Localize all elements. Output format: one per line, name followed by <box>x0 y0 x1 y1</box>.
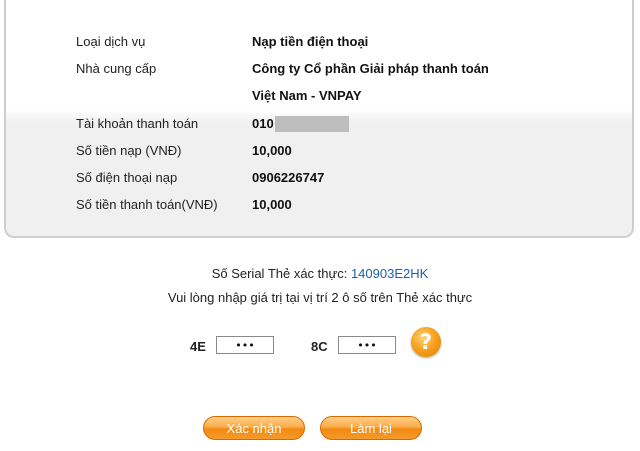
provider-value: Công ty Cổ phần Giải pháp thanh toán <box>252 61 489 76</box>
code2-label: 8C <box>311 339 328 354</box>
phone-label: Số điện thoại nạp <box>76 170 178 185</box>
provider-label: Nhà cung cấp <box>76 61 157 76</box>
code2-input[interactable] <box>338 336 396 354</box>
provider-value-line2: Việt Nam - VNPAY <box>252 88 362 103</box>
topup-amount-label: Số tiền nạp (VNĐ) <box>76 143 182 158</box>
code1-label: 4E <box>190 339 206 354</box>
help-icon[interactable]: ? <box>411 327 441 357</box>
account-label: Tài khoản thanh toán <box>76 116 199 131</box>
topup-amount-value: 10,000 <box>252 143 292 158</box>
account-value: 010 <box>252 116 274 131</box>
serial-label: Số Serial Thẻ xác thực: <box>211 266 348 281</box>
phone-value: 0906226747 <box>252 170 325 185</box>
auth-instruction: Vui lòng nhập giá trị tại vị trí 2 ô số … <box>167 290 473 305</box>
transaction-details-panel: Loại dịch vụ Nạp tiền điện thoại Nhà cun… <box>4 0 634 238</box>
reset-button[interactable]: Làm lại <box>320 416 422 440</box>
account-number-mask <box>275 116 349 132</box>
payment-amount-label: Số tiền thanh toán(VNĐ) <box>76 197 218 212</box>
service-type-value: Nạp tiền điện thoại <box>252 34 369 49</box>
payment-amount-value: 10,000 <box>252 197 292 212</box>
serial-line: Số Serial Thẻ xác thực: 140903E2HK <box>0 266 640 281</box>
serial-value: 140903E2HK <box>350 266 429 281</box>
service-type-label: Loại dịch vụ <box>76 34 146 49</box>
code1-input[interactable] <box>216 336 274 354</box>
confirm-button[interactable]: Xác nhận <box>203 416 305 440</box>
